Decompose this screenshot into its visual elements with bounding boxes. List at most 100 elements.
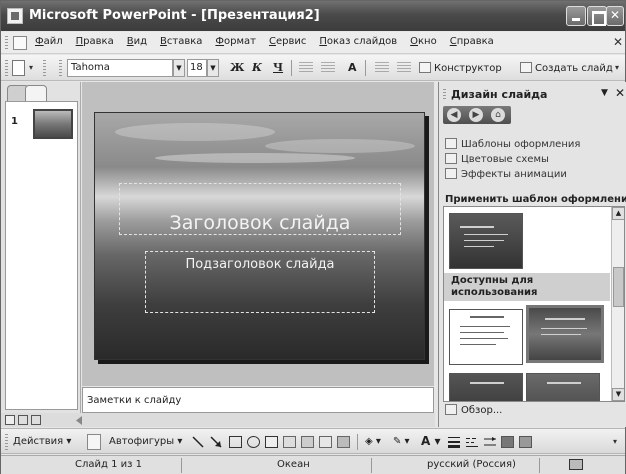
animation-schemes-link[interactable]: Эффекты анимации	[445, 168, 567, 180]
menu-format[interactable]: Формат	[215, 36, 256, 47]
template-thumbnail[interactable]	[449, 373, 523, 401]
task-pane-grip-handle[interactable]	[443, 89, 446, 101]
thumbnail-list[interactable]: 1	[5, 101, 78, 410]
status-divider	[539, 458, 540, 473]
notes-field[interactable]: Заметки к слайду	[82, 387, 434, 413]
slide-thumbnail[interactable]	[33, 109, 73, 139]
menu-grip-handle[interactable]	[5, 36, 8, 50]
line-style-icon[interactable]	[447, 435, 461, 449]
menu-insert[interactable]: Вставка	[160, 36, 202, 47]
font-name-select[interactable]: Tahoma	[67, 59, 173, 77]
wordart-icon[interactable]	[283, 436, 296, 448]
task-pane-menu-icon[interactable]: ▼	[601, 88, 608, 98]
home-icon[interactable]: ⌂	[491, 108, 505, 122]
close-button[interactable]	[606, 6, 624, 26]
new-slide-button[interactable]: Создать слайд	[520, 62, 613, 74]
designer-button[interactable]: Конструктор	[419, 62, 502, 74]
menu-window[interactable]: Окно	[410, 36, 437, 47]
arrow-style-icon[interactable]	[483, 435, 497, 449]
scroll-down-icon[interactable]: ▼	[612, 388, 624, 401]
template-thumbnail[interactable]	[449, 213, 523, 269]
language-status[interactable]: русский (Россия)	[427, 459, 516, 470]
diagram-icon[interactable]	[301, 436, 314, 448]
italic-button[interactable]: К	[252, 61, 262, 74]
dash-style-icon[interactable]	[465, 435, 479, 449]
toolbar-options-icon[interactable]: ▾	[29, 63, 33, 72]
menu-edit[interactable]: Правка	[76, 36, 114, 47]
scroll-left-icon[interactable]	[75, 416, 83, 425]
font-size-increase-button[interactable]: A	[348, 61, 357, 74]
rectangle-icon[interactable]	[229, 436, 242, 448]
menu-file[interactable]: Файл	[35, 36, 63, 47]
arrow-icon[interactable]	[209, 435, 223, 449]
design-name-status: Океан	[277, 459, 310, 470]
status-divider	[371, 458, 372, 473]
forward-icon[interactable]: ▶	[469, 108, 483, 122]
template-thumbnail[interactable]	[449, 309, 523, 365]
template-thumbnail[interactable]	[526, 373, 600, 401]
drawbar-grip-handle[interactable]	[5, 434, 8, 450]
back-icon[interactable]: ◀	[447, 108, 461, 122]
decrease-indent-icon[interactable]	[375, 62, 389, 73]
menu-view[interactable]: Вид	[127, 36, 147, 47]
new-document-icon[interactable]	[12, 60, 25, 76]
menu-tools[interactable]: Сервис	[269, 36, 306, 47]
document-close-icon[interactable]: ✕	[613, 35, 623, 49]
autoshapes-menu[interactable]: Автофигуры ▾	[109, 436, 182, 447]
task-pane-close-icon[interactable]: ✕	[615, 86, 625, 100]
toolbar-grip-handle[interactable]	[5, 60, 8, 76]
toolbar-overflow-icon[interactable]: ▾	[615, 63, 619, 72]
increase-indent-icon[interactable]	[397, 62, 411, 73]
spelling-status-icon[interactable]	[569, 459, 583, 470]
size-dropdown-arrow[interactable]: ▼	[207, 59, 219, 77]
bold-button[interactable]: Ж	[230, 61, 244, 74]
pane-tabs	[7, 85, 63, 101]
line-color-icon[interactable]: ✎ ▾	[393, 436, 410, 447]
task-pane: Дизайн слайда ▼ ✕ ◀ ▶ ⌂ Шаблоны оформлен…	[438, 82, 626, 427]
document-icon[interactable]	[13, 36, 27, 50]
title-placeholder[interactable]: Заголовок слайда	[119, 183, 401, 235]
shadow-style-icon[interactable]	[501, 436, 514, 448]
window-title: Microsoft PowerPoint - [Презентация2]	[29, 8, 320, 23]
font-color-icon[interactable]: A ▾	[421, 434, 441, 448]
design-templates-link[interactable]: Шаблоны оформления	[445, 138, 580, 150]
select-objects-icon[interactable]	[87, 434, 101, 450]
textbox-icon[interactable]	[265, 436, 278, 448]
tab-slides[interactable]	[25, 85, 47, 101]
toolbar-separator	[365, 60, 366, 76]
scroll-thumb[interactable]	[613, 267, 624, 307]
browse-link[interactable]: Обзор...	[445, 404, 502, 416]
template-thumbnail-selected[interactable]	[526, 305, 604, 363]
scroll-up-icon[interactable]: ▲	[612, 207, 624, 220]
slide-sorter-view-icon[interactable]	[18, 415, 28, 425]
subtitle-placeholder[interactable]: Подзаголовок слайда	[145, 251, 375, 313]
cloud-decoration	[265, 139, 415, 153]
slideshow-view-icon[interactable]	[31, 415, 41, 425]
underline-button[interactable]: Ч	[273, 61, 283, 74]
menu-slideshow[interactable]: Показ слайдов	[319, 36, 397, 47]
toolbar3-grip-handle[interactable]	[59, 60, 62, 76]
oval-icon[interactable]	[247, 436, 260, 448]
normal-view-icon[interactable]	[5, 415, 15, 425]
menu-items: Файл Правка Вид Вставка Формат Сервис По…	[35, 36, 507, 47]
toolbar2-grip-handle[interactable]	[43, 60, 46, 76]
clipart-icon[interactable]	[319, 436, 332, 448]
minimize-button[interactable]	[566, 6, 586, 26]
numbered-list-icon[interactable]	[299, 62, 313, 73]
fill-color-icon[interactable]: ◈ ▾	[365, 436, 381, 447]
picture-icon[interactable]	[337, 436, 350, 448]
drawbar-overflow-icon[interactable]: ▾	[613, 437, 617, 446]
slide-canvas[interactable]: Заголовок слайда Подзаголовок слайда	[94, 112, 425, 360]
bulleted-list-icon[interactable]	[321, 62, 335, 73]
title-bar: Microsoft PowerPoint - [Презентация2]	[1, 1, 625, 31]
gallery-scrollbar[interactable]: ▲ ▼	[611, 207, 624, 401]
3d-style-icon[interactable]	[519, 436, 532, 448]
line-icon[interactable]	[191, 435, 205, 449]
font-dropdown-arrow[interactable]: ▼	[173, 59, 185, 77]
actions-menu[interactable]: Действия ▾	[13, 436, 71, 447]
color-schemes-link[interactable]: Цветовые схемы	[445, 153, 549, 165]
powerpoint-app-icon[interactable]	[7, 8, 23, 24]
maximize-button[interactable]	[587, 6, 607, 26]
font-size-select[interactable]: 18	[187, 59, 207, 77]
menu-help[interactable]: Справка	[450, 36, 494, 47]
